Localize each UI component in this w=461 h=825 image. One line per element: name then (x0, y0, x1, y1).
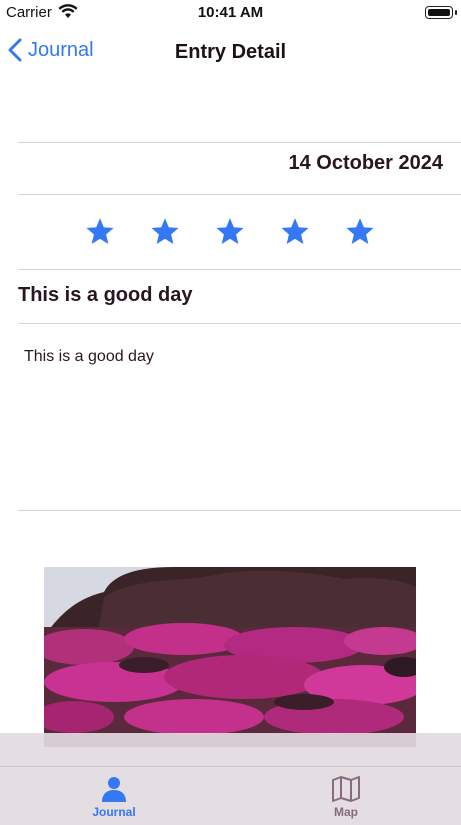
star-icon[interactable] (216, 218, 244, 246)
star-icon[interactable] (151, 218, 179, 246)
tab-map[interactable]: Map (286, 775, 406, 819)
star-icon[interactable] (281, 218, 309, 246)
divider (18, 269, 461, 270)
entry-body-text[interactable]: This is a good day (24, 348, 444, 366)
page-title: Entry Detail (174, 41, 287, 63)
divider (18, 323, 461, 324)
entry-title-field[interactable]: This is a good day (18, 284, 438, 307)
map-icon (332, 776, 360, 802)
tab-journal-label: Journal (92, 805, 136, 819)
tab-bar-separator (0, 766, 461, 767)
navigation-bar: Journal Entry Detail (0, 30, 461, 74)
star-icon[interactable] (86, 218, 114, 246)
divider (18, 194, 461, 195)
clock: 10:41 AM (197, 4, 264, 21)
divider (18, 142, 461, 143)
star-icon[interactable] (346, 218, 374, 246)
battery-icon (425, 6, 457, 19)
tab-map-label: Map (334, 805, 358, 819)
rating-control (86, 218, 374, 246)
divider (18, 510, 461, 511)
tab-journal[interactable]: Journal (54, 775, 174, 819)
entry-photo (44, 567, 416, 747)
person-icon (102, 777, 126, 802)
status-bar: Carrier 10:41 AM (0, 0, 461, 26)
tab-bar: Journal Map (0, 733, 461, 825)
entry-date[interactable]: 14 October 2024 (288, 152, 443, 175)
